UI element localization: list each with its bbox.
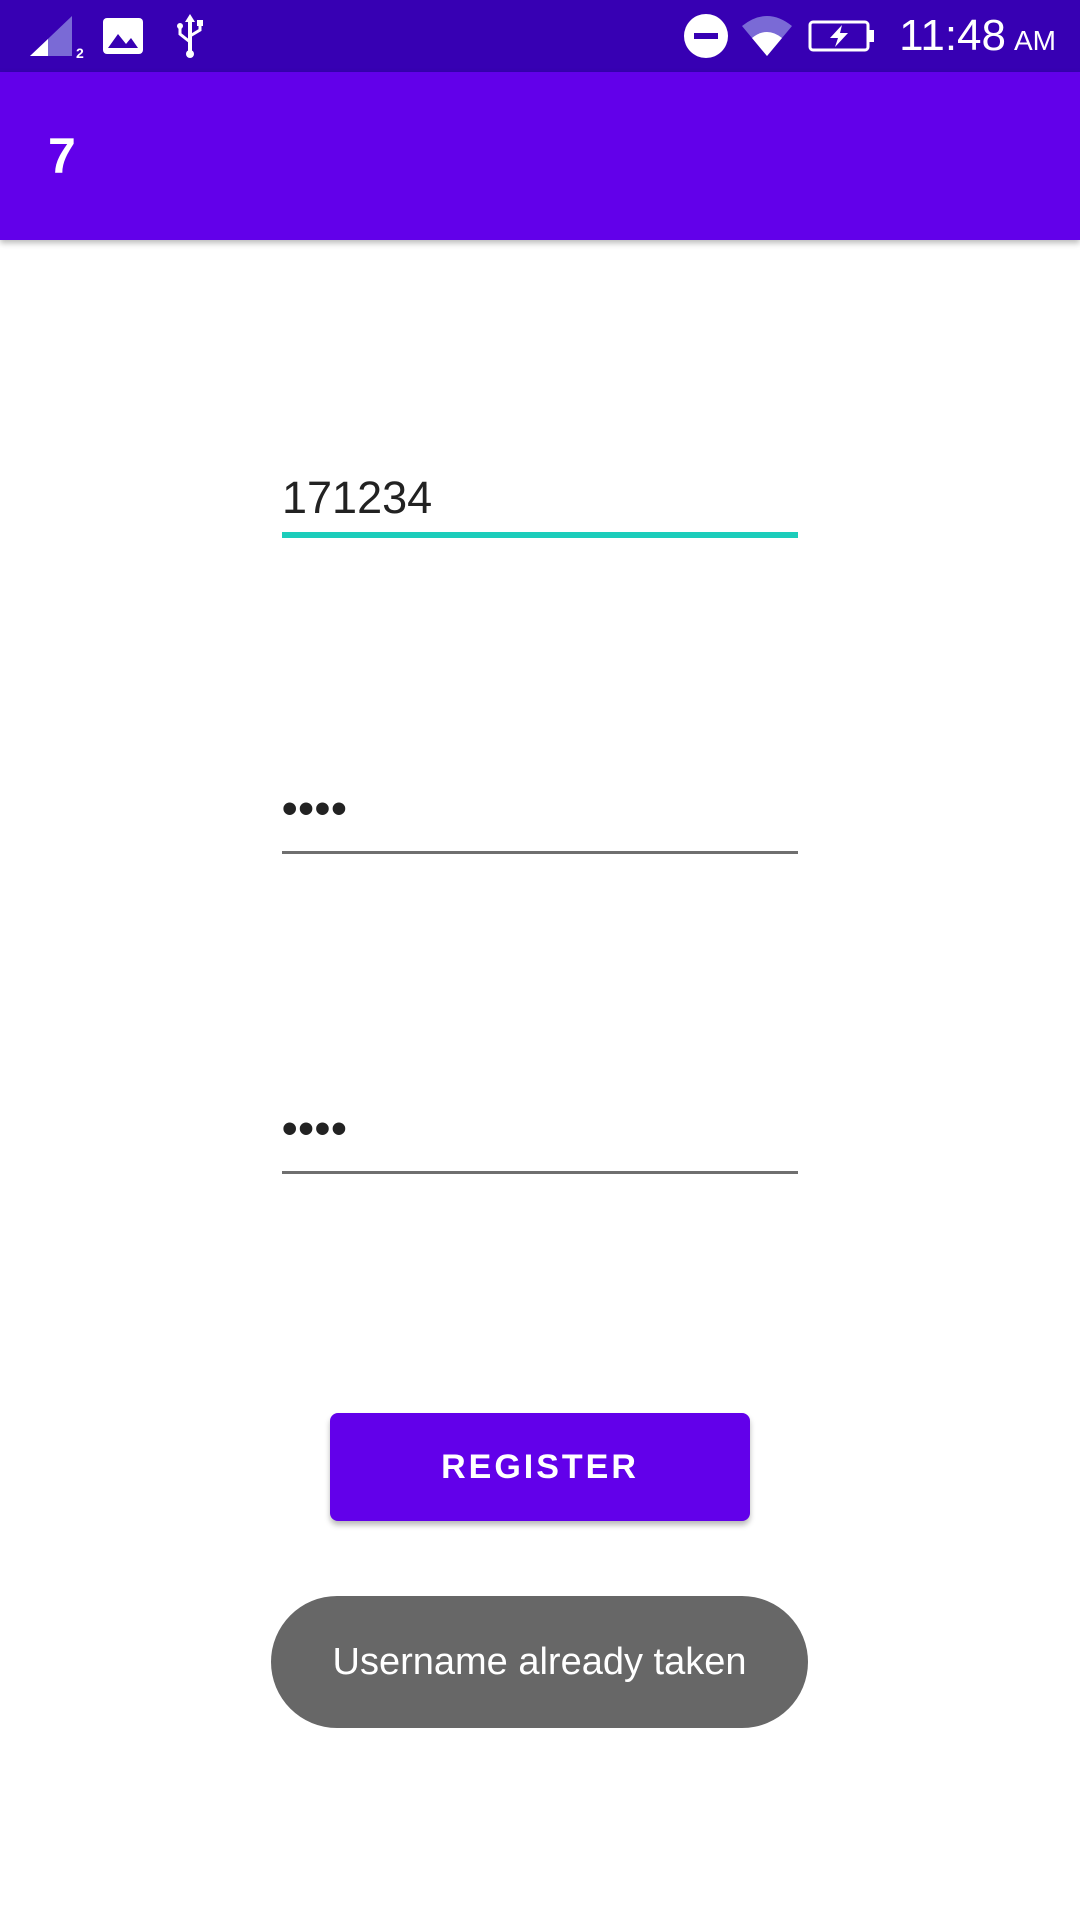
wifi-icon — [740, 0, 794, 72]
toast-message: Username already taken — [271, 1596, 808, 1728]
battery-charging-icon — [808, 0, 876, 72]
app-title: 7 — [48, 128, 76, 184]
status-time-ampm: AM — [1014, 25, 1056, 56]
status-time-value: 11:48 — [899, 11, 1006, 60]
username-field[interactable]: 171234 — [282, 448, 798, 538]
status-time: 11:48 AM — [899, 0, 1056, 72]
status-bar: 2 11:48 AM — [0, 0, 1080, 72]
image-icon — [102, 0, 144, 72]
confirm-password-input-value[interactable]: •••• — [282, 1104, 348, 1154]
signal-icon: 2 — [26, 0, 90, 72]
register-button[interactable]: REGISTER — [330, 1413, 750, 1521]
password-input-value[interactable]: •••• — [282, 784, 348, 834]
signal-sim-label: 2 — [76, 45, 84, 60]
confirm-password-field[interactable]: •••• — [282, 1084, 798, 1174]
password-field[interactable]: •••• — [282, 764, 798, 854]
usb-icon — [172, 0, 208, 72]
confirm-password-underline — [282, 1171, 798, 1174]
do-not-disturb-icon — [683, 0, 729, 72]
username-input-value[interactable]: 171234 — [282, 472, 432, 524]
username-underline — [282, 532, 798, 538]
password-underline — [282, 851, 798, 854]
app-bar: 7 — [0, 72, 1080, 240]
